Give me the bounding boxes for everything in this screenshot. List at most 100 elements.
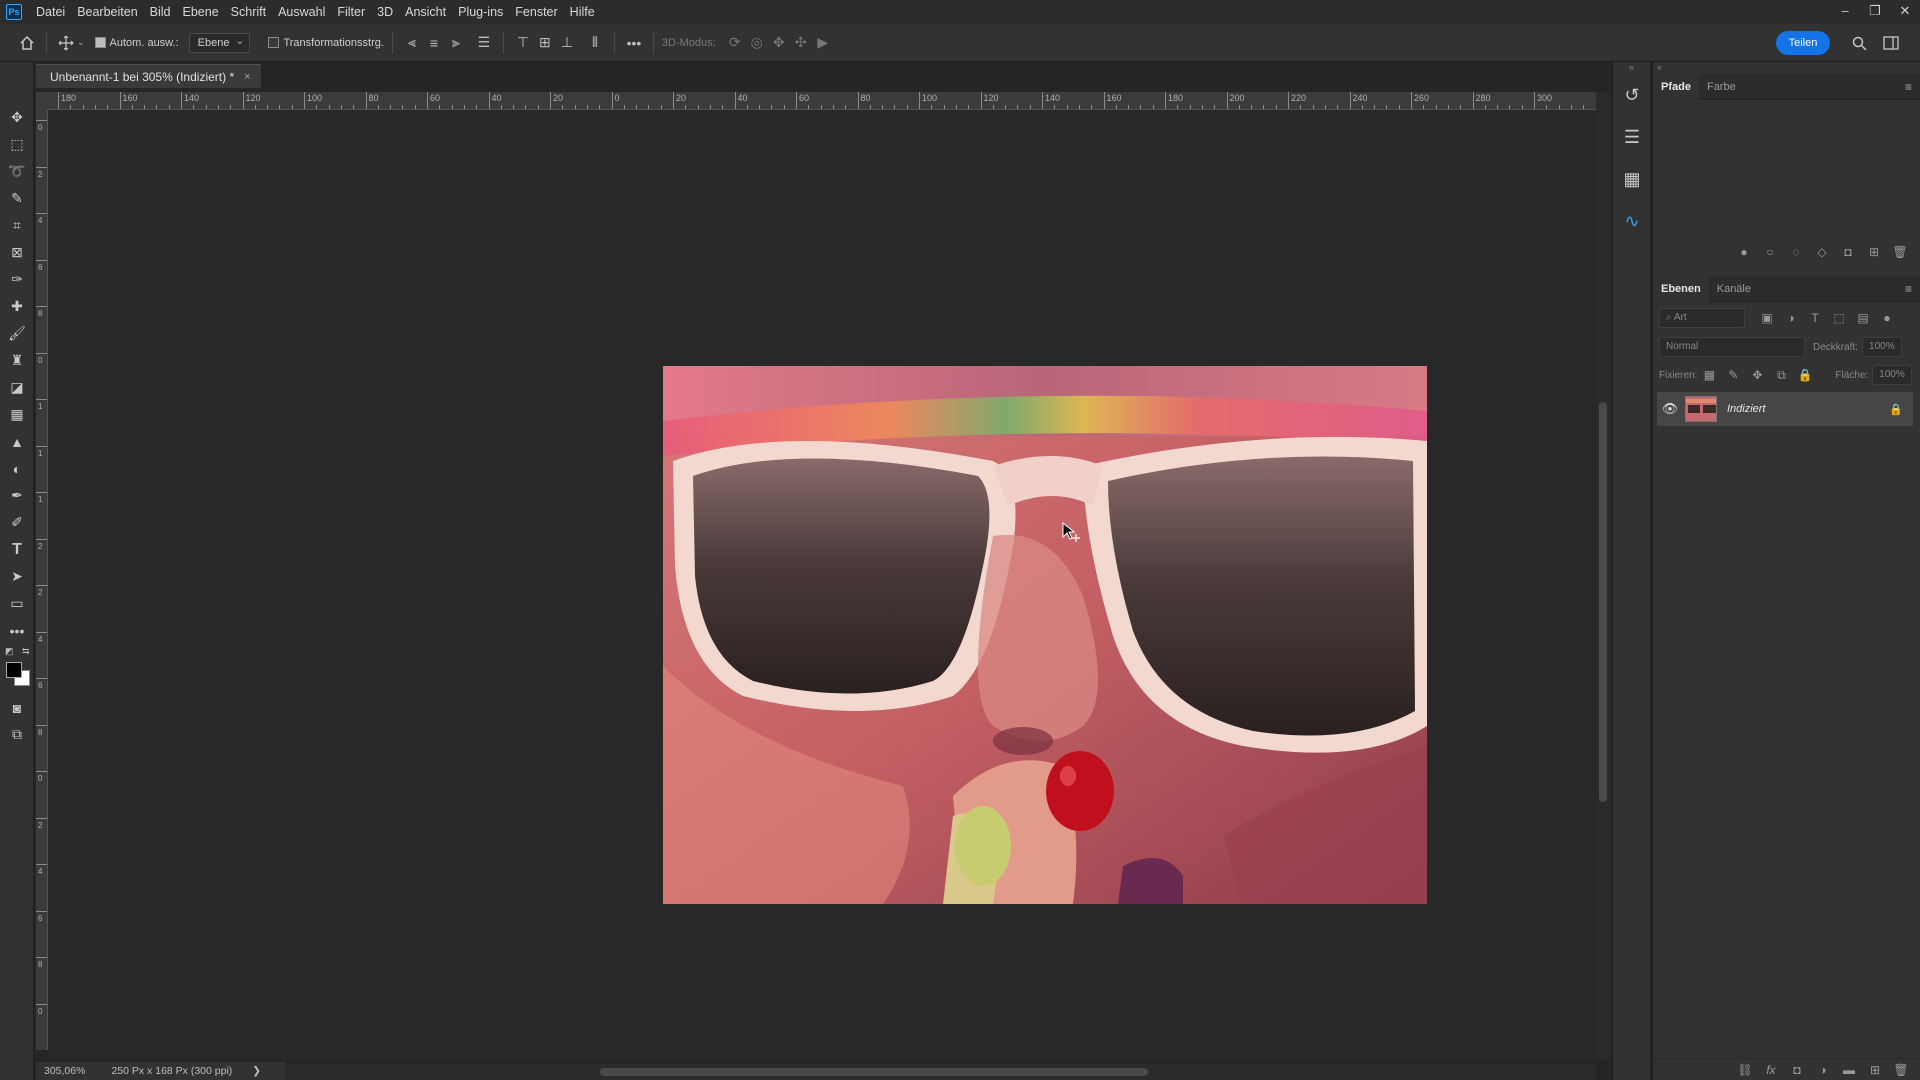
filter-toggle-icon[interactable]: ● [1875,308,1899,328]
menu-auswahl[interactable]: Auswahl [272,5,331,19]
layer-name[interactable]: Indiziert [1727,403,1766,415]
filter-type-icon[interactable]: T [1803,308,1827,328]
layer-select-dropdown[interactable]: Ebene [188,32,251,53]
lock-artboard-icon[interactable]: ⧉ [1769,365,1793,385]
3d-slide-icon[interactable]: ✣ [790,32,812,54]
new-group-icon[interactable]: ▬ [1837,1060,1861,1080]
fill-path-icon[interactable]: ● [1732,242,1756,262]
align-center-horizontal-icon[interactable]: ≡ [423,32,445,54]
canvas-area[interactable] [48,110,1596,1060]
menu-ebene[interactable]: Ebene [177,5,225,19]
menu-bild[interactable]: Bild [144,5,177,19]
dodge-tool-icon[interactable]: ◐ [0,455,34,482]
link-layers-icon[interactable]: ⛓ [1733,1060,1757,1080]
frame-tool-icon[interactable]: ⊠ [0,239,34,266]
tab-kanaele[interactable]: Kanäle [1709,276,1759,302]
history-panel-icon[interactable]: ↺ [1613,74,1651,116]
quick-mask-icon[interactable]: ◙ [0,694,34,721]
add-mask-icon[interactable]: ◘ [1836,242,1860,262]
menu-bearbeiten[interactable]: Bearbeiten [71,5,143,19]
3d-orbit-icon[interactable]: ⟳ [724,32,746,54]
freeform-pen-tool-icon[interactable]: ✐ [0,509,34,536]
menu-hilfe[interactable]: Hilfe [564,5,601,19]
chevron-down-icon[interactable]: ⌄ [77,37,85,48]
home-icon[interactable] [16,32,38,54]
layer-lock-icon[interactable]: 🔒 [1889,403,1903,416]
layer-style-icon[interactable]: fx [1759,1060,1783,1080]
healing-brush-tool-icon[interactable]: ✚ [0,293,34,320]
path-selection-tool-icon[interactable]: ➤ [0,563,34,590]
new-path-icon[interactable]: ⊞ [1862,242,1886,262]
horizontal-scrollbar[interactable] [280,1064,1596,1080]
foreground-color-swatch[interactable] [6,662,22,678]
lasso-tool-icon[interactable]: ➰ [0,158,34,185]
blur-tool-icon[interactable]: ▲ [0,428,34,455]
share-button[interactable]: Teilen [1776,31,1830,55]
tab-ebenen[interactable]: Ebenen [1653,275,1709,302]
crop-tool-icon[interactable]: ⌗ [0,212,34,239]
horizontal-ruler[interactable]: 180 160 140 120 100 80 60 40 20 0 20 40 60 80 100 120 14… [48,92,1596,110]
rectangle-tool-icon[interactable]: ▭ [0,590,34,617]
vertical-scrollbar[interactable] [1596,92,1610,1060]
align-top-icon[interactable]: ⊤ [512,32,534,54]
document-image[interactable] [663,366,1427,904]
brush-tool-icon[interactable]: 🖌 [0,320,34,347]
3d-roll-icon[interactable]: ◎ [746,32,768,54]
more-options-icon[interactable]: ••• [623,32,645,54]
lock-pixels-icon[interactable]: ✎ [1721,365,1745,385]
vertical-scroll-thumb[interactable] [1599,402,1607,802]
transform-controls-checkbox[interactable] [268,37,280,48]
tab-pfade[interactable]: Pfade [1653,73,1699,100]
type-tool-icon[interactable]: T [0,536,34,563]
eraser-tool-icon[interactable]: ◪ [0,374,34,401]
distribute-horizontal-icon[interactable]: ⦀ [584,32,606,54]
horizontal-scroll-thumb[interactable] [600,1068,1148,1076]
marquee-tool-icon[interactable]: ⬚ [0,131,34,158]
new-layer-icon[interactable]: ⊞ [1863,1060,1887,1080]
fill-input[interactable]: 100% [1872,365,1913,385]
lock-all-icon[interactable]: 🔒 [1793,365,1817,385]
delete-path-icon[interactable]: 🗑 [1888,242,1912,262]
add-layer-mask-icon[interactable]: ◘ [1785,1060,1809,1080]
visibility-eye-icon[interactable]: 👁 [1657,401,1683,417]
menu-3d[interactable]: 3D [371,5,399,19]
close-document-icon[interactable]: × [244,71,250,83]
stroke-path-icon[interactable]: ○ [1758,242,1782,262]
opacity-input[interactable]: 100% [1862,337,1903,357]
move-tool-icon[interactable]: ✥ [0,104,34,131]
auto-select-checkbox[interactable] [94,37,106,48]
menu-fenster[interactable]: Fenster [509,5,563,19]
search-icon[interactable] [1848,32,1870,54]
3d-camera-icon[interactable]: ▶ [812,32,834,54]
close-window-button[interactable]: ✕ [1890,0,1920,24]
filter-adjustment-icon[interactable]: ◑ [1779,308,1803,328]
delete-layer-icon[interactable]: 🗑 [1889,1060,1913,1080]
make-work-path-icon[interactable]: ◇ [1810,242,1834,262]
new-adjustment-layer-icon[interactable]: ◑ [1811,1060,1835,1080]
layers-stack-icon[interactable]: ☰ [1613,116,1651,158]
status-menu-arrow[interactable]: ❯ [252,1065,261,1077]
default-colors-icon[interactable]: ◩ [5,646,14,657]
layers-panel-menu-icon[interactable]: ≡ [1905,282,1912,296]
libraries-panel-icon[interactable]: ▦ [1613,158,1651,200]
workspace-icon[interactable] [1880,32,1902,54]
menu-plugins[interactable]: Plug-ins [452,5,509,19]
swap-colors-icon[interactable]: ⇆ [22,646,30,657]
clone-stamp-tool-icon[interactable]: ♜ [0,347,34,374]
quick-selection-tool-icon[interactable]: ✎ [0,185,34,212]
align-bottom-icon[interactable]: ⊥ [556,32,578,54]
layer-row[interactable]: 👁 Indiziert 🔒 [1657,392,1913,426]
filter-smartobject-icon[interactable]: ▤ [1851,308,1875,328]
menu-filter[interactable]: Filter [331,5,371,19]
ruler-origin[interactable] [36,92,48,110]
align-right-icon[interactable]: ⫸ [445,32,467,54]
load-selection-icon[interactable]: ◌ [1784,242,1808,262]
restore-button[interactable]: ❐ [1860,0,1890,24]
filter-shape-icon[interactable]: ⬚ [1827,308,1851,328]
menu-schrift[interactable]: Schrift [225,5,272,19]
lock-position-icon[interactable]: ✥ [1745,365,1769,385]
collapse-panels-icon[interactable]: « [1653,62,1920,74]
collapse-strip-icon[interactable]: « [1613,62,1650,74]
panel-menu-icon[interactable]: ≡ [1905,80,1912,94]
vertical-ruler[interactable]: 0 2 4 6 8 0 1 1 1 2 2 4 6 8 0 2 4 6 8 0 [36,110,48,1050]
